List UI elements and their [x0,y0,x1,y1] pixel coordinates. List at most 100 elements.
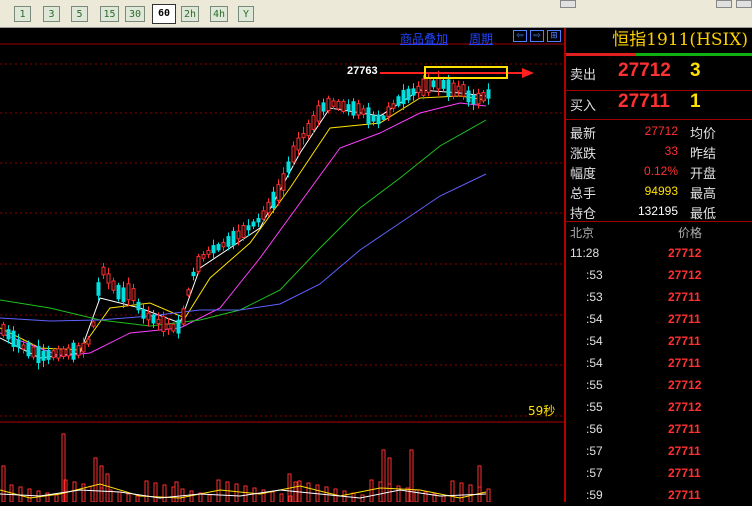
candle-body [286,161,291,173]
period-button[interactable]: 周期 [469,30,493,47]
candle-body [66,347,71,357]
candle-body [86,338,91,345]
candle-body [336,100,341,110]
quote-right-label: 最高 [690,187,717,202]
candle-body [381,115,386,120]
candle-body [461,84,466,97]
left-arrow-icon[interactable]: ⇦ [513,30,527,42]
candle-body [391,103,396,109]
candle-body [36,345,41,364]
candle-body [26,342,31,357]
period-button-1[interactable]: 1 [14,6,31,22]
tick-price: 27711 [668,488,701,502]
candle-body [141,309,146,319]
period-button-3[interactable]: 3 [43,6,60,22]
window-button-3[interactable] [736,0,752,8]
candle-body [471,94,476,105]
quote-row: 最新 27712 均价 [566,121,752,142]
tick-price: 27711 [668,356,701,370]
candle-body [146,312,151,321]
candle-body [436,77,441,90]
bid-volume: 1 [690,91,701,112]
period-button-5[interactable]: 5 [71,6,88,22]
tick-row: :57 27711 [566,440,752,462]
quote-label: 涨跌 [570,147,597,162]
quote-value: 0.12% [643,164,678,178]
candlestick-chart[interactable] [0,28,564,502]
period-button-30[interactable]: 30 [125,6,145,22]
candle-body [91,321,96,327]
candle-body [331,100,336,107]
quote-value: 33 [664,144,678,158]
tick-price: 27711 [668,422,701,436]
candle-body [46,350,51,360]
candle-body [406,88,411,101]
tick-time: :54 [586,312,603,326]
candle-body [131,288,136,302]
quote-right-label: 均价 [690,127,717,142]
candle-body [251,221,256,227]
tick-time: :54 [586,334,603,348]
period-button-60[interactable]: 60 [152,4,176,24]
candle-body [326,97,331,112]
candle-body [341,100,346,113]
overlay-button[interactable]: 商品叠加 [400,30,448,47]
candle-body [206,249,211,255]
candle-body [421,78,426,96]
candle-body [481,91,486,102]
candle-body [261,210,266,220]
max-price-label: 27763 [347,65,378,77]
ask-price: 27712 [618,60,671,81]
candle-body [396,96,401,106]
candle-body [96,282,101,296]
candle-body [151,314,156,324]
tick-row: :53 27712 [566,264,752,286]
candle-body [366,107,371,124]
candle-body [111,280,116,291]
candle-body [1,323,6,336]
tick-row: :54 27711 [566,308,752,330]
period-button-Y[interactable]: Y [238,6,254,22]
candle-body [276,184,281,201]
expand-icon[interactable]: ⊞ [547,30,561,42]
tick-price: 27712 [668,400,702,414]
period-button-2h[interactable]: 2h [181,6,199,22]
tick-time: :57 [586,444,603,458]
tick-price: 27712 [668,268,702,282]
window-button-2[interactable] [716,0,732,8]
candle-body [186,289,191,296]
quote-row: 幅度 0.12% 开盘 [566,161,752,182]
tick-price: 27712 [668,378,702,392]
candle-body [401,89,406,105]
candle-body [281,173,286,191]
candle-body [386,106,391,117]
candle-body [171,323,176,332]
tick-time: 11:28 [570,246,600,260]
candle-body [16,339,21,348]
candle-body [11,330,16,347]
period-button-15[interactable]: 15 [100,6,119,22]
candle-body [216,244,221,251]
candle-body [266,201,271,214]
buy-ratio-bar [636,53,752,56]
quote-label: 总手 [570,187,597,202]
candle-body [211,245,216,254]
candle-body [221,242,226,248]
candle-body [56,348,61,359]
tick-price: 27711 [668,466,701,480]
candle-body [291,145,296,163]
quote-label: 持仓 [570,207,597,222]
tick-time: :53 [586,290,603,304]
right-arrow-icon[interactable]: ⇨ [530,30,544,42]
candle-body [51,350,56,359]
candle-body [81,342,86,353]
tick-time: :54 [586,356,603,370]
candle-body [356,103,361,116]
candle-body [236,230,241,240]
period-button-4h[interactable]: 4h [210,6,228,22]
candle-body [41,350,46,361]
window-button-1[interactable] [560,0,576,8]
candle-body [121,287,126,303]
candle-body [176,319,181,334]
tick-row: :57 27711 [566,462,752,484]
